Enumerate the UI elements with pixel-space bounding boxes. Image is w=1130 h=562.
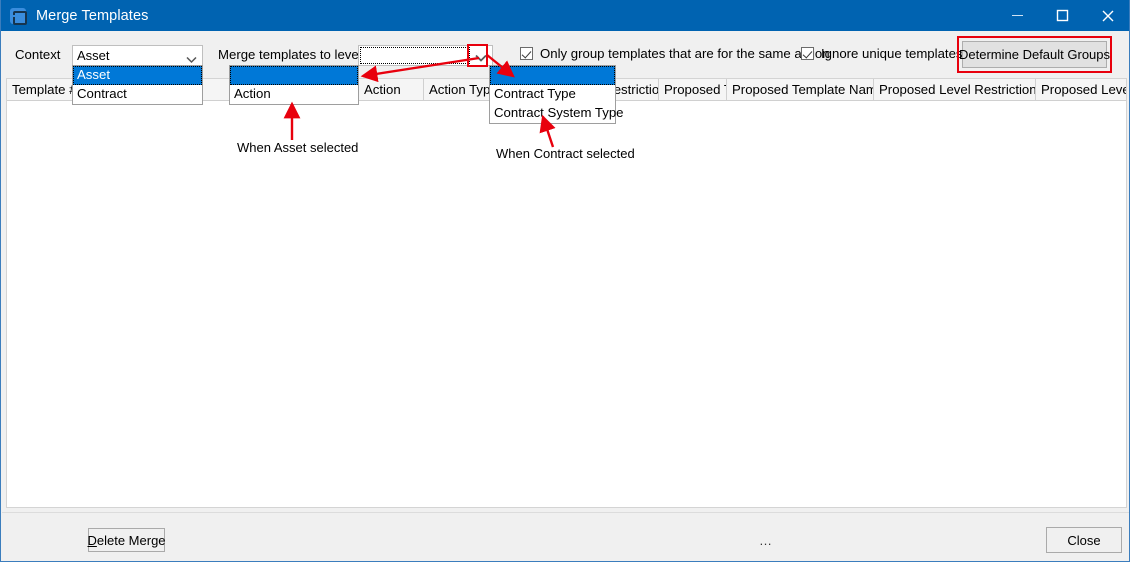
close-button[interactable]: Close [1046, 527, 1122, 553]
merge-templates-icon [10, 7, 27, 25]
close-window-button[interactable] [1085, 0, 1129, 31]
annotation-asset-note: When Asset selected [237, 140, 359, 155]
checkbox-check-icon [520, 47, 533, 60]
merge-level-option-contract-type[interactable]: Contract Type [490, 85, 615, 104]
merge-level-option-action[interactable]: Action [230, 85, 358, 104]
merge-level-combobox[interactable] [358, 45, 493, 66]
determine-default-groups-button[interactable]: Determine Default Groups [959, 41, 1110, 68]
delete-merge-button[interactable]: Delete Merge [87, 528, 166, 552]
context-option-contract[interactable]: Contract [73, 85, 202, 104]
only-group-same-action-label: Only group templates that are for the sa… [540, 46, 830, 61]
title-bar: Merge Templates [1, 0, 1129, 31]
merge-level-label: Merge templates to level [218, 47, 362, 62]
only-group-same-action-checkbox[interactable]: Only group templates that are for the sa… [520, 46, 830, 61]
window-title: Merge Templates [36, 7, 149, 24]
maximize-button[interactable] [1040, 0, 1085, 31]
minimize-button[interactable] [995, 0, 1040, 31]
templates-grid: Template # Template Name Level Restricti… [6, 78, 1127, 508]
merge-level-value-area [360, 47, 470, 64]
context-selected-value: Asset [77, 48, 110, 63]
maximize-icon [1056, 9, 1069, 22]
merge-level-dropdown-list-contract[interactable]: Contract Type Contract System Type [489, 65, 624, 124]
merge-level-option-blank[interactable] [230, 66, 358, 85]
column-header-template-number[interactable]: Template # [7, 79, 82, 100]
column-header-proposed-level-restriction[interactable]: Proposed Level Restriction [1036, 79, 1126, 100]
context-dropdown-list[interactable]: Asset Contract [72, 65, 203, 105]
merge-level-option-contract-system-type[interactable]: Contract System Type [490, 104, 624, 123]
ignore-unique-templates-checkbox[interactable]: Ignore unique templates [801, 46, 963, 61]
delete-merge-accelerator: D [87, 532, 97, 548]
column-header-proposed-template-name[interactable]: Proposed Template Name [727, 79, 874, 100]
checkbox-check-icon [801, 47, 814, 60]
annotation-contract-note: When Contract selected [496, 146, 635, 161]
chevron-down-icon[interactable] [475, 50, 487, 68]
footer-bar [2, 512, 1129, 561]
column-header-action-type[interactable]: Action Type [424, 79, 494, 100]
column-header-proposed-level-restriction-type[interactable]: Proposed Level Restriction Type [874, 79, 1036, 100]
close-icon [1102, 10, 1113, 21]
delete-merge-label: elete Merge [96, 532, 166, 548]
grid-body[interactable] [7, 101, 1126, 507]
merge-templates-window: Merge Templates Context Asset Merge temp… [0, 0, 1130, 562]
merge-level-dropdown-list-asset[interactable]: Action [229, 65, 359, 105]
ignore-unique-templates-label: Ignore unique templates [821, 46, 963, 61]
context-combobox[interactable]: Asset [72, 45, 203, 66]
context-label: Context [15, 47, 61, 62]
merge-level-option-blank[interactable] [490, 66, 615, 85]
column-header-proposed-template-number[interactable]: Proposed Template # [659, 79, 727, 100]
column-header-action[interactable]: Action [359, 79, 424, 100]
minimize-icon [1012, 15, 1023, 16]
status-ellipsis: … [759, 533, 773, 548]
context-option-asset[interactable]: Asset [73, 66, 202, 85]
